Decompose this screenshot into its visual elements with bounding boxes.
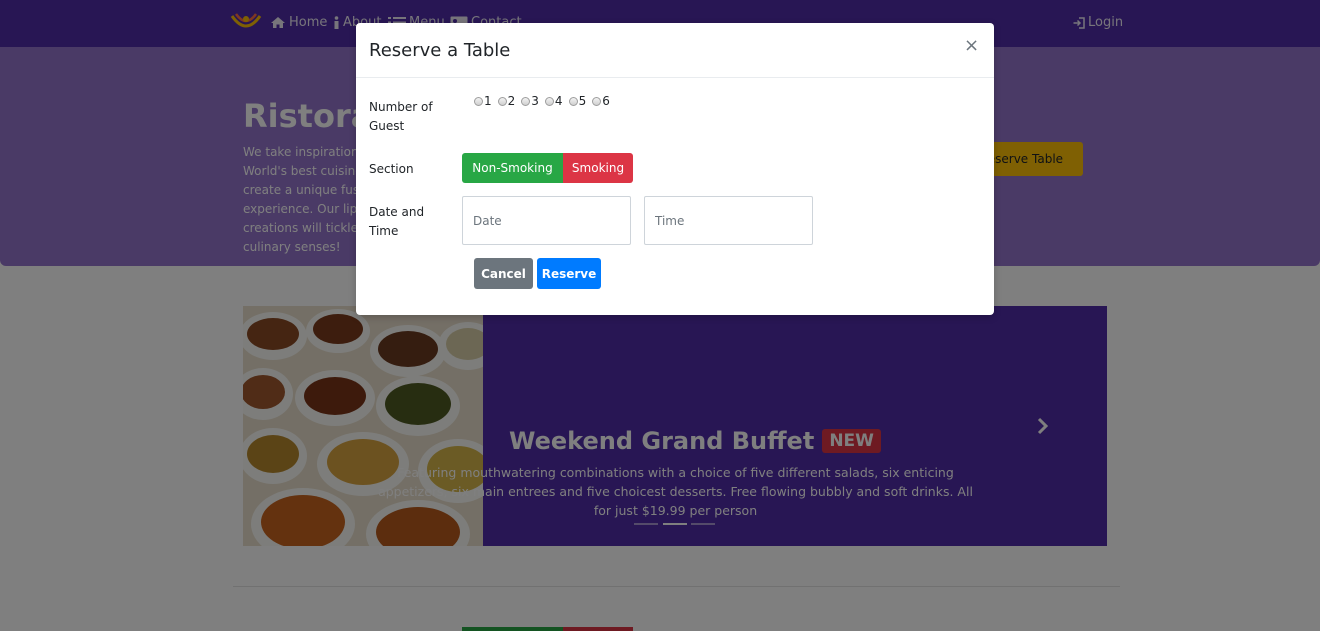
smoking-button[interactable]: Smoking	[563, 153, 633, 183]
reserve-button[interactable]: Reserve	[537, 258, 601, 289]
guest-option-label: 4	[554, 94, 563, 108]
datetime-label: Date and Time	[369, 205, 425, 238]
radio-button[interactable]	[497, 96, 507, 106]
reserve-table-modal: Reserve a Table × Number of Guest 1 2 3 …	[356, 23, 994, 315]
guest-option-3[interactable]: 3	[521, 94, 539, 108]
guest-option-1[interactable]: 1	[474, 94, 492, 108]
radio-button[interactable]	[592, 96, 602, 106]
guest-option-6[interactable]: 6	[592, 94, 610, 108]
section-toggle-group: Non-Smoking Smoking	[462, 153, 633, 183]
time-input[interactable]	[644, 196, 813, 245]
section-label: Section	[369, 162, 414, 176]
guest-option-5[interactable]: 5	[568, 94, 587, 108]
guest-option-label: 5	[578, 94, 587, 108]
guest-option-label: 6	[602, 94, 610, 108]
guests-label: Number of Guest	[369, 100, 433, 133]
radio-button[interactable]	[568, 96, 578, 106]
modal-header: Reserve a Table ×	[356, 23, 994, 78]
radio-button[interactable]	[521, 96, 531, 106]
guest-option-2[interactable]: 2	[497, 94, 516, 108]
non-smoking-button[interactable]: Non-Smoking	[462, 153, 563, 183]
cancel-button[interactable]: Cancel	[474, 258, 533, 289]
close-icon[interactable]: ×	[964, 37, 979, 55]
guest-option-label: 3	[531, 94, 539, 108]
guest-option-label: 1	[484, 94, 492, 108]
guests-radio-group: 1 2 3 4 5 6	[474, 94, 610, 108]
modal-title: Reserve a Table	[369, 40, 511, 61]
guest-option-4[interactable]: 4	[544, 94, 563, 108]
guest-option-label: 2	[507, 94, 516, 108]
radio-button[interactable]	[544, 96, 554, 106]
radio-button[interactable]	[474, 96, 483, 106]
date-input[interactable]	[462, 196, 631, 245]
